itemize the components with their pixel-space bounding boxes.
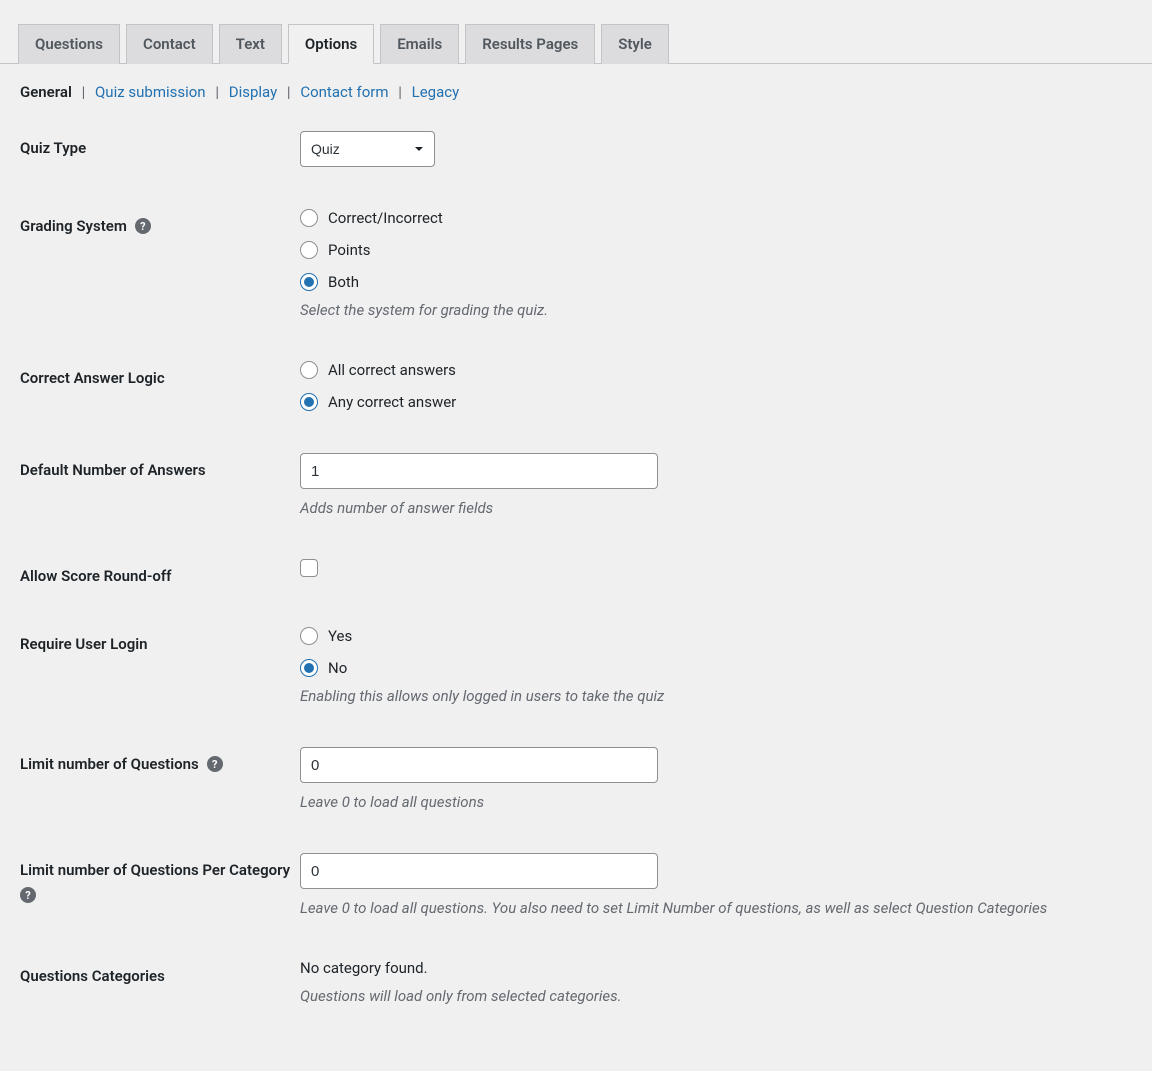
desc-grading-system: Select the system for grading the quiz. — [300, 301, 1132, 319]
input-limit-per-category[interactable] — [300, 853, 658, 889]
row-limit-questions: Limit number of Questions ? Leave 0 to l… — [20, 747, 1132, 811]
select-quiz-type[interactable]: Quiz — [300, 131, 435, 167]
radio-grading-both[interactable]: Both — [300, 273, 1132, 291]
radio-logic-all[interactable]: All correct answers — [300, 361, 1132, 379]
tab-contact[interactable]: Contact — [126, 24, 213, 64]
tab-emails[interactable]: Emails — [380, 24, 459, 64]
desc-limit-per-category: Leave 0 to load all questions. You also … — [300, 899, 1132, 917]
label-quiz-type: Quiz Type — [20, 131, 300, 157]
form-table: Quiz Type Quiz Grading System ? Correct/… — [0, 131, 1152, 1005]
radio-login-no[interactable]: No — [300, 659, 1132, 677]
help-icon[interactable]: ? — [20, 887, 36, 903]
label-grading-system: Grading System — [20, 217, 127, 235]
label-categories: Questions Categories — [20, 959, 300, 985]
tab-results-pages[interactable]: Results Pages — [465, 24, 595, 64]
help-icon[interactable]: ? — [135, 218, 151, 234]
help-icon[interactable]: ? — [207, 756, 223, 772]
tab-text[interactable]: Text — [219, 24, 282, 64]
subnav-contact-form[interactable]: Contact form — [300, 83, 388, 101]
subnav-quiz-submission[interactable]: Quiz submission — [95, 83, 206, 101]
label-default-answers: Default Number of Answers — [20, 453, 300, 479]
row-limit-per-category: Limit number of Questions Per Category ?… — [20, 853, 1132, 917]
desc-default-answers: Adds number of answer fields — [300, 499, 1132, 517]
label-correct-answer-logic: Correct Answer Logic — [20, 361, 300, 387]
radio-login-yes[interactable]: Yes — [300, 627, 1132, 645]
main-tabs: Questions Contact Text Options Emails Re… — [18, 24, 1152, 63]
radio-grading-correct-incorrect[interactable]: Correct/Incorrect — [300, 209, 1132, 227]
label-require-login: Require User Login — [20, 627, 300, 653]
row-require-login: Require User Login Yes No Enabling this … — [20, 627, 1132, 705]
label-allow-roundoff: Allow Score Round-off — [20, 559, 300, 585]
subnav-legacy[interactable]: Legacy — [412, 83, 460, 101]
subnav-general[interactable]: General — [20, 83, 72, 101]
desc-limit-questions: Leave 0 to load all questions — [300, 793, 1132, 811]
subnav: General | Quiz submission | Display | Co… — [0, 64, 1152, 101]
desc-require-login: Enabling this allows only logged in user… — [300, 687, 1132, 705]
tab-style[interactable]: Style — [601, 24, 669, 64]
label-limit-per-category: Limit number of Questions Per Category — [20, 861, 290, 879]
checkbox-allow-roundoff[interactable] — [300, 559, 318, 577]
tab-questions[interactable]: Questions — [18, 24, 120, 64]
row-quiz-type: Quiz Type Quiz — [20, 131, 1132, 167]
categories-empty-text: No category found. — [300, 959, 1132, 977]
main-tabs-wrapper: Questions Contact Text Options Emails Re… — [0, 0, 1152, 64]
row-categories: Questions Categories No category found. … — [20, 959, 1132, 1005]
row-correct-answer-logic: Correct Answer Logic All correct answers… — [20, 361, 1132, 411]
input-default-answers[interactable] — [300, 453, 658, 489]
label-limit-questions: Limit number of Questions — [20, 755, 199, 773]
row-grading-system: Grading System ? Correct/Incorrect Point… — [20, 209, 1132, 319]
row-allow-roundoff: Allow Score Round-off — [20, 559, 1132, 585]
radio-logic-any[interactable]: Any correct answer — [300, 393, 1132, 411]
tab-options[interactable]: Options — [288, 24, 374, 64]
row-default-answers: Default Number of Answers Adds number of… — [20, 453, 1132, 517]
desc-categories: Questions will load only from selected c… — [300, 987, 1132, 1005]
subnav-display[interactable]: Display — [229, 83, 277, 101]
radio-grading-points[interactable]: Points — [300, 241, 1132, 259]
input-limit-questions[interactable] — [300, 747, 658, 783]
